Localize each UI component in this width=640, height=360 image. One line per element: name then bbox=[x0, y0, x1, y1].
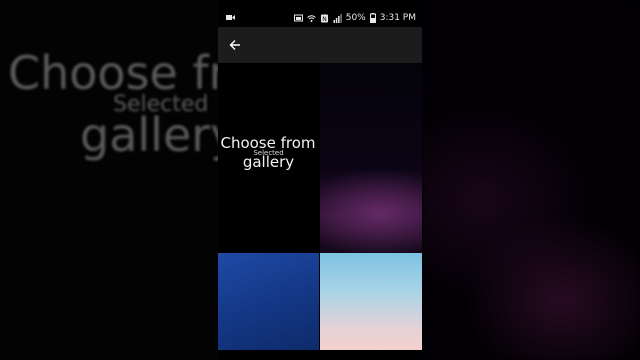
gallery-label-line3: gallery bbox=[242, 153, 295, 171]
status-bar: N 50% 3:31 PM bbox=[218, 10, 422, 27]
wifi-icon bbox=[306, 14, 316, 22]
signal-icon bbox=[333, 13, 342, 23]
cast-icon bbox=[293, 14, 303, 21]
blurred-text-line1: Choose fro bbox=[8, 46, 218, 100]
battery-icon bbox=[369, 13, 376, 23]
nfc-icon: N bbox=[320, 14, 328, 23]
wallpaper-tile-purple[interactable] bbox=[320, 63, 422, 253]
gallery-tile-label: Choose from Selected gallery bbox=[218, 136, 319, 170]
video-icon bbox=[226, 15, 235, 20]
arrow-left-icon bbox=[229, 40, 240, 50]
blurred-text: Choose fro Selected gallery bbox=[8, 50, 218, 158]
app-bar bbox=[218, 27, 422, 63]
status-time: 3:31 PM bbox=[379, 13, 416, 23]
back-button[interactable] bbox=[224, 34, 246, 56]
svg-text:N: N bbox=[322, 16, 327, 23]
phone-screen: N 50% 3:31 PM Choose from Selected galle… bbox=[218, 10, 422, 350]
wallpaper-tile-blue[interactable] bbox=[218, 253, 319, 350]
blurred-text-line3: gallery bbox=[80, 108, 218, 162]
wallpaper-tile-sky[interactable] bbox=[320, 253, 422, 350]
blurred-background-left: Choose fro Selected gallery bbox=[0, 0, 218, 360]
battery-percent: 50% bbox=[345, 13, 366, 23]
choose-from-gallery-tile[interactable]: Choose from Selected gallery bbox=[218, 63, 319, 253]
blurred-background-right bbox=[422, 0, 640, 360]
